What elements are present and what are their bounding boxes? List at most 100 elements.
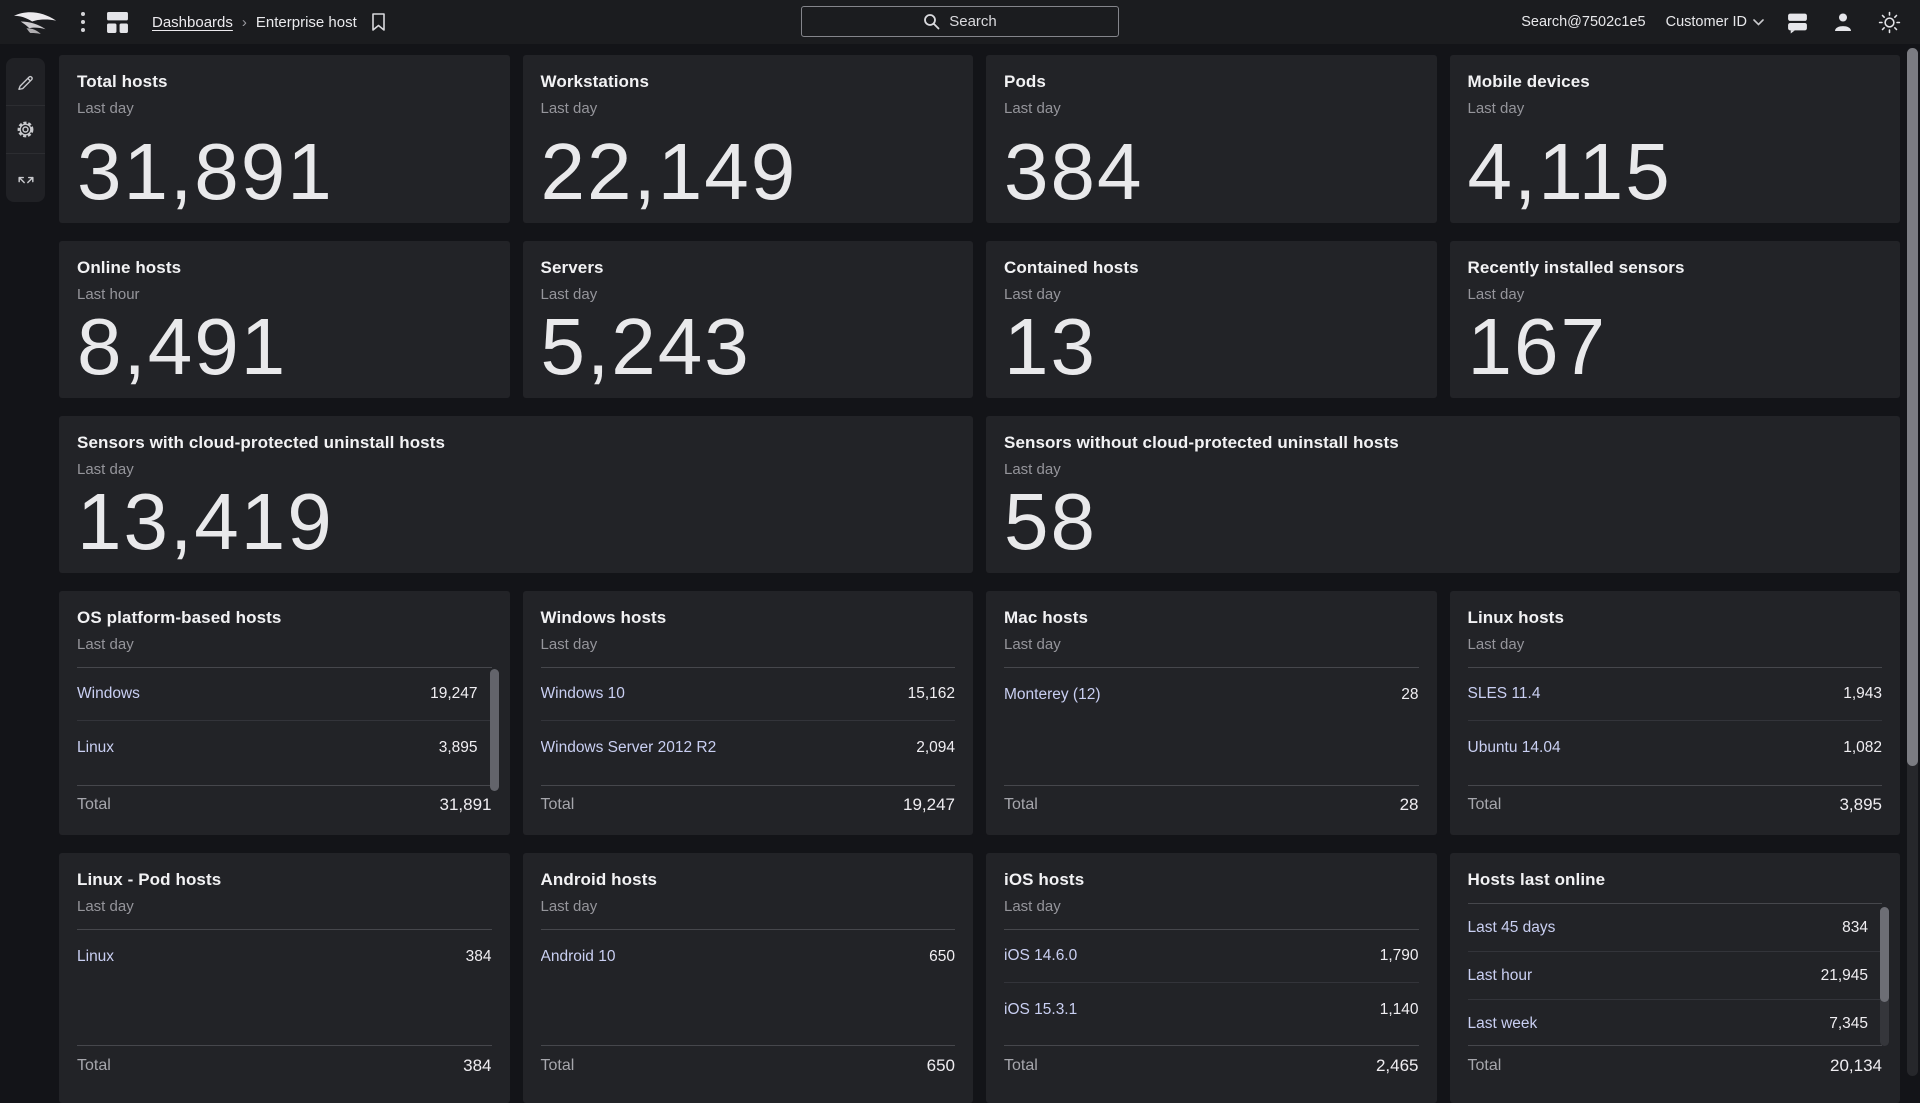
total-value: 3,895	[1839, 794, 1882, 814]
expand-dashboard-button[interactable]	[6, 154, 45, 202]
dashboards-grid-icon[interactable]	[104, 9, 130, 35]
total-value: 650	[926, 1056, 955, 1075]
card-title: Online hosts	[77, 258, 182, 277]
row-value: 384	[465, 947, 492, 965]
expand-arrows-icon	[17, 176, 34, 184]
card-period: Last day	[1004, 286, 1061, 303]
total-row: Total 384	[77, 1046, 492, 1086]
gear-icon	[17, 121, 34, 138]
search-icon	[924, 14, 940, 30]
stacked-messages-icon[interactable]	[1784, 9, 1810, 35]
search-scope-label: Search@7502c1e5	[1521, 14, 1646, 30]
card-title: Linux hosts	[1467, 608, 1564, 627]
bookmark-icon[interactable]	[370, 12, 387, 32]
total-row: Total 19,247	[541, 786, 956, 823]
row-label-link[interactable]: Monterey (12)	[1004, 686, 1100, 704]
page-scrollbar-thumb[interactable]	[1907, 48, 1918, 766]
stat-value: 22,149	[540, 127, 798, 217]
stat-value: 13	[1004, 302, 1097, 392]
total-value: 20,134	[1830, 1056, 1882, 1075]
stat-value: 167	[1467, 302, 1607, 392]
light-theme-sun-icon[interactable]	[1876, 9, 1902, 35]
row-label-link[interactable]: Android 10	[541, 948, 616, 966]
card-title: Workstations	[540, 72, 650, 91]
customer-id-label: Customer ID	[1665, 14, 1747, 30]
card-title: Recently installed sensors	[1467, 258, 1685, 277]
table-row: SLES 11.4 1,943	[1467, 668, 1882, 721]
card-period: Last day	[540, 100, 598, 117]
card-table: Linux 384	[77, 929, 492, 1046]
stat-card-wide: Sensors with cloud-protected uninstall h…	[59, 416, 973, 573]
card-scrollbar[interactable]	[489, 669, 499, 793]
table-row: Last hour 21,945	[1467, 952, 1882, 1000]
total-label: Total	[1467, 1057, 1502, 1074]
stat-value: 31,891	[77, 127, 334, 217]
card-title: iOS hosts	[1004, 870, 1085, 889]
card-title: Linux - Pod hosts	[77, 870, 222, 889]
card-table: Windows 19,247 Linux 3,895	[77, 667, 492, 787]
stat-card: Total hosts Last day 31,891	[59, 55, 510, 223]
breadcrumb-current: Enterprise host	[255, 13, 357, 31]
card-title: OS platform-based hosts	[77, 608, 282, 627]
table-row: Linux 3,895	[77, 721, 492, 774]
stat-value: 13,419	[77, 477, 334, 567]
card-title: Total hosts	[77, 72, 168, 91]
page-scrollbar[interactable]	[1907, 48, 1918, 1076]
row-label-link[interactable]: iOS 14.6.0	[1004, 947, 1077, 965]
card-scrollbar[interactable]	[1880, 907, 1889, 1046]
row-label-link[interactable]: Windows Server 2012 R2	[541, 739, 717, 757]
table-card: OS platform-based hosts Last day Windows…	[59, 591, 510, 835]
card-title: Sensors without cloud-protected uninstal…	[1004, 433, 1399, 452]
row-label-link[interactable]: Linux	[77, 948, 114, 966]
card-title: Android hosts	[540, 870, 658, 889]
row-label-link[interactable]: Ubuntu 14.04	[1468, 739, 1561, 757]
stat-card: Recently installed sensors Last day 167	[1449, 241, 1900, 398]
stat-card: Contained hosts Last day 13	[986, 241, 1437, 398]
card-period: Last day	[1467, 636, 1525, 653]
user-profile-icon[interactable]	[1830, 9, 1856, 35]
total-value: 19,247	[903, 794, 955, 814]
total-row: Total 650	[541, 1046, 956, 1086]
card-period: Last day	[540, 898, 598, 915]
card-title: Servers	[540, 258, 604, 277]
table-row: iOS 15.3.1 1,140	[1004, 983, 1419, 1036]
card-period: Last day	[1004, 636, 1061, 653]
table-row: Android 10 650	[541, 930, 956, 983]
card-title: Mobile devices	[1467, 72, 1590, 91]
row-value: 834	[1842, 918, 1868, 936]
row-label-link[interactable]: Windows	[77, 685, 140, 703]
search-input[interactable]: Search	[801, 6, 1119, 37]
crowdstrike-falcon-logo-icon[interactable]	[10, 5, 62, 39]
row-label-link[interactable]: iOS 15.3.1	[1004, 1001, 1077, 1019]
stat-value: 5,243	[540, 302, 751, 392]
row-value: 7,345	[1829, 1015, 1868, 1032]
table-row: Windows Server 2012 R2 2,094	[541, 721, 956, 774]
total-row: Total 31,891	[77, 786, 492, 823]
table-row: Monterey (12) 28	[1004, 668, 1419, 721]
breadcrumb-dashboards-link[interactable]: Dashboards	[152, 14, 233, 31]
card-table: iOS 14.6.0 1,790 iOS 15.3.1 1,140	[1004, 929, 1419, 1046]
row-label-link[interactable]: Linux	[77, 739, 114, 757]
row-value: 28	[1401, 685, 1419, 703]
card-title: Contained hosts	[1004, 258, 1139, 277]
card-period: Last day	[1467, 286, 1525, 303]
card-period: Last day	[1004, 100, 1061, 117]
row-value: 21,945	[1820, 966, 1868, 984]
table-card: Windows hosts Last day Windows 10 15,162…	[522, 591, 973, 835]
table-card: Mac hosts Last day Monterey (12) 28 Tota…	[986, 591, 1437, 835]
kebab-menu-icon[interactable]	[76, 9, 90, 35]
dashboard-settings-button[interactable]	[6, 106, 45, 154]
edit-dashboard-button[interactable]	[6, 58, 45, 106]
row-label-link[interactable]: Last week	[1468, 1015, 1538, 1033]
row-label-link[interactable]: Last hour	[1468, 967, 1533, 985]
row-label-link[interactable]: Last 45 days	[1468, 919, 1556, 937]
stat-value: 58	[1004, 477, 1097, 567]
row-label-link[interactable]: SLES 11.4	[1468, 685, 1541, 703]
table-card: Linux - Pod hosts Last day Linux 384 Tot…	[59, 853, 510, 1103]
total-label: Total	[1004, 795, 1038, 813]
table-row: Windows 10 15,162	[540, 668, 955, 721]
row-label-link[interactable]: Windows 10	[541, 685, 625, 703]
total-label: Total	[1467, 795, 1502, 813]
customer-id-dropdown[interactable]: Customer ID	[1666, 14, 1764, 30]
total-value: 28	[1399, 794, 1419, 814]
